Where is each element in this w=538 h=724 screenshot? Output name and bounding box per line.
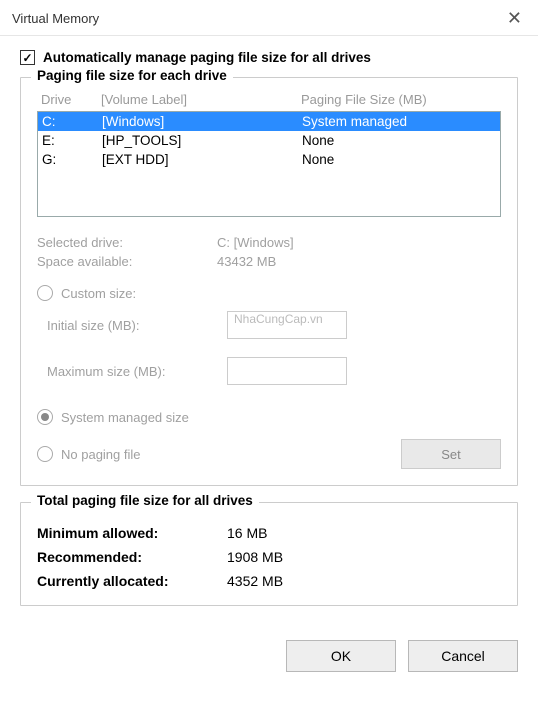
radio-icon [37,446,53,462]
header-volume-label: [Volume Label] [101,92,301,107]
selected-drive-value: C: [Windows] [217,235,294,250]
group-legend: Total paging file size for all drives [31,493,259,508]
radio-icon [37,409,53,425]
window-title: Virtual Memory [12,11,99,26]
max-size-input [227,357,347,385]
checkmark-icon: ✓ [22,52,32,64]
recommended-label: Recommended: [37,549,227,565]
drive-size: None [302,152,496,167]
header-size: Paging File Size (MB) [301,92,497,107]
drive-letter: E: [42,133,102,148]
dialog-buttons: OK Cancel [0,632,538,688]
drive-row-g[interactable]: G: [EXT HDD] None [38,150,500,169]
auto-manage-checkbox-row[interactable]: ✓ Automatically manage paging file size … [20,50,518,65]
selected-drive-line: Selected drive: C: [Windows] [37,235,501,250]
selected-drive-label: Selected drive: [37,235,217,250]
currently-allocated-line: Currently allocated: 4352 MB [37,573,501,589]
drive-size: System managed [302,114,496,129]
close-icon[interactable]: ✕ [503,8,526,29]
min-allowed-line: Minimum allowed: 16 MB [37,525,501,541]
paging-per-drive-group: Paging file size for each drive Drive [V… [20,77,518,486]
drive-row-c[interactable]: C: [Windows] System managed [38,112,500,131]
currently-allocated-value: 4352 MB [227,573,283,589]
space-label: Space available: [37,254,217,269]
titlebar: Virtual Memory ✕ [0,0,538,36]
system-managed-radio: System managed size [37,409,501,425]
header-drive: Drive [41,92,101,107]
drive-letter: G: [42,152,102,167]
initial-size-label: Initial size (MB): [37,318,227,333]
max-size-label: Maximum size (MB): [37,364,227,379]
recommended-value: 1908 MB [227,549,283,565]
set-button: Set [401,439,501,469]
drive-listbox[interactable]: C: [Windows] System managed E: [HP_TOOLS… [37,111,501,217]
drive-row-e[interactable]: E: [HP_TOOLS] None [38,131,500,150]
system-managed-label: System managed size [61,410,189,425]
drive-label: [EXT HDD] [102,152,302,167]
space-value: 43432 MB [217,254,276,269]
no-paging-row: No paging file Set [37,439,501,469]
total-paging-group: Total paging file size for all drives Mi… [20,502,518,606]
table-header: Drive [Volume Label] Paging File Size (M… [37,92,501,107]
space-line: Space available: 43432 MB [37,254,501,269]
currently-allocated-label: Currently allocated: [37,573,227,589]
drive-size: None [302,133,496,148]
ok-button[interactable]: OK [286,640,396,672]
drive-letter: C: [42,114,102,129]
no-paging-label: No paging file [61,447,141,462]
drive-label: [Windows] [102,114,302,129]
radio-icon [37,285,53,301]
min-allowed-value: 16 MB [227,525,267,541]
custom-size-radio: Custom size: [37,285,501,301]
min-allowed-label: Minimum allowed: [37,525,227,541]
custom-size-label: Custom size: [61,286,136,301]
checkbox-icon: ✓ [20,50,35,65]
cancel-button[interactable]: Cancel [408,640,518,672]
content-area: ✓ Automatically manage paging file size … [0,36,538,632]
recommended-line: Recommended: 1908 MB [37,549,501,565]
initial-size-input: NhaCungCap.vn [227,311,347,339]
drive-label: [HP_TOOLS] [102,133,302,148]
max-size-line: Maximum size (MB): [37,357,501,385]
no-paging-radio: No paging file [37,446,141,462]
radio-dot-icon [41,413,49,421]
group-legend: Paging file size for each drive [31,68,233,83]
auto-manage-label: Automatically manage paging file size fo… [43,50,371,65]
initial-size-line: Initial size (MB): NhaCungCap.vn [37,311,501,339]
